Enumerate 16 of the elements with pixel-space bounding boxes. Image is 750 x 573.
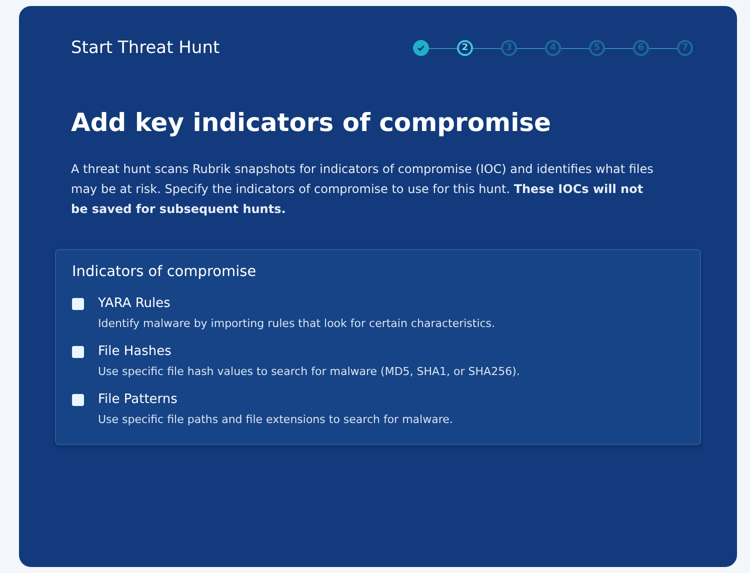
option-label: File Patterns — [98, 392, 178, 407]
checkbox[interactable] — [72, 298, 84, 310]
wizard-title: Start Threat Hunt — [71, 38, 220, 58]
check-icon — [417, 44, 425, 52]
option-description: Use specific file paths and file extensions to search for malware. — [98, 413, 454, 426]
checkbox[interactable] — [72, 346, 84, 358]
option-description: Identify malware by importing rules that look for certain characteristics. — [98, 317, 496, 330]
option-label: File Hashes — [98, 344, 172, 359]
option-description: Use specific file hash values to search for malware (MD5, SHA1, or SHA256). — [98, 365, 521, 378]
completed-step[interactable] — [413, 40, 429, 56]
description-text: A threat hunt scans Rubrik snapshots for indicators of compromise (IOC) and identifies what files may be at risk. Specify the indicators of compromise to use for this hunt. These IOCs will not be saved for subsequent hunts. — [71, 161, 654, 218]
option-label: YARA Rules — [98, 296, 172, 311]
step-indicator[interactable]: 2 — [457, 40, 473, 56]
page-heading: Add key indicators of compromise — [71, 108, 552, 137]
panel-title: Indicators of compromise — [72, 264, 258, 280]
checkbox[interactable] — [72, 394, 84, 406]
